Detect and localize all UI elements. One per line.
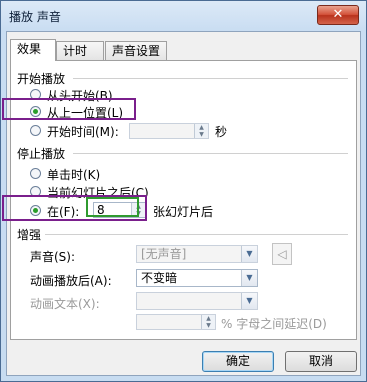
tab-effect[interactable]: 效果 (10, 39, 56, 61)
title-bar: 播放 声音 ✕ (1, 1, 366, 29)
animate-text-label: 动画文本(X): (30, 297, 100, 311)
after-animation-combo-value: 不变暗 (141, 271, 178, 285)
ok-button[interactable]: 确定 (202, 351, 274, 372)
start-section-title: 开始播放 (17, 72, 66, 86)
spinner-arrows-icon[interactable]: ▲ ▼ (201, 315, 215, 329)
on-click-label: 单击时(K) (47, 168, 101, 182)
stop-separator (73, 153, 348, 154)
start-separator (73, 78, 348, 79)
sound-combo-value: [无声音] (141, 247, 187, 261)
enhancements-separator (45, 234, 348, 235)
after-animation-combo[interactable]: 不变暗 ▼ (136, 269, 258, 287)
highlight-slide-count (86, 197, 139, 217)
speaker-button[interactable]: ◁ (272, 243, 292, 265)
animate-text-combo[interactable]: ▼ (136, 292, 258, 310)
from-time-radio[interactable] (30, 125, 41, 136)
cancel-button[interactable]: 取消 (285, 351, 357, 372)
stop-section-title: 停止播放 (17, 147, 66, 161)
spinner-arrows-icon[interactable]: ▲ ▼ (194, 124, 208, 138)
highlight-from-last-position (2, 98, 136, 120)
dialog-window: 播放 声音 ✕ 效果 计时 声音设置 开始播放 从头开始(B) 从上一位置(L)… (0, 0, 367, 382)
close-icon: ✕ (332, 7, 344, 22)
on-click-radio[interactable] (30, 168, 41, 179)
after-animation-label: 动画播放后(A): (30, 274, 112, 288)
slides-unit-label: 张幻灯片后 (153, 205, 214, 219)
chevron-down-icon[interactable]: ▼ (241, 270, 257, 286)
speaker-icon: ◁ (277, 247, 287, 261)
sound-combo[interactable]: [无声音] ▼ (136, 245, 258, 263)
letter-delay-spinner[interactable]: ▲ ▼ (136, 314, 216, 330)
sound-label: 声音(S): (30, 250, 76, 264)
chevron-down-icon[interactable]: ▼ (241, 246, 257, 262)
chevron-down-icon[interactable]: ▼ (241, 293, 257, 309)
from-time-label: 开始时间(M): (47, 125, 119, 139)
start-time-spinner[interactable]: ▲ ▼ (129, 123, 209, 139)
tab-timing[interactable]: 计时 (56, 41, 104, 60)
seconds-unit-label: 秒 (215, 125, 228, 139)
enhancements-section-title: 增强 (17, 228, 42, 242)
window-title: 播放 声音 (9, 10, 61, 24)
letter-delay-label: % 字母之间延迟(D) (221, 317, 327, 331)
tab-sound-settings[interactable]: 声音设置 (105, 41, 167, 60)
close-button[interactable]: ✕ (317, 5, 359, 25)
